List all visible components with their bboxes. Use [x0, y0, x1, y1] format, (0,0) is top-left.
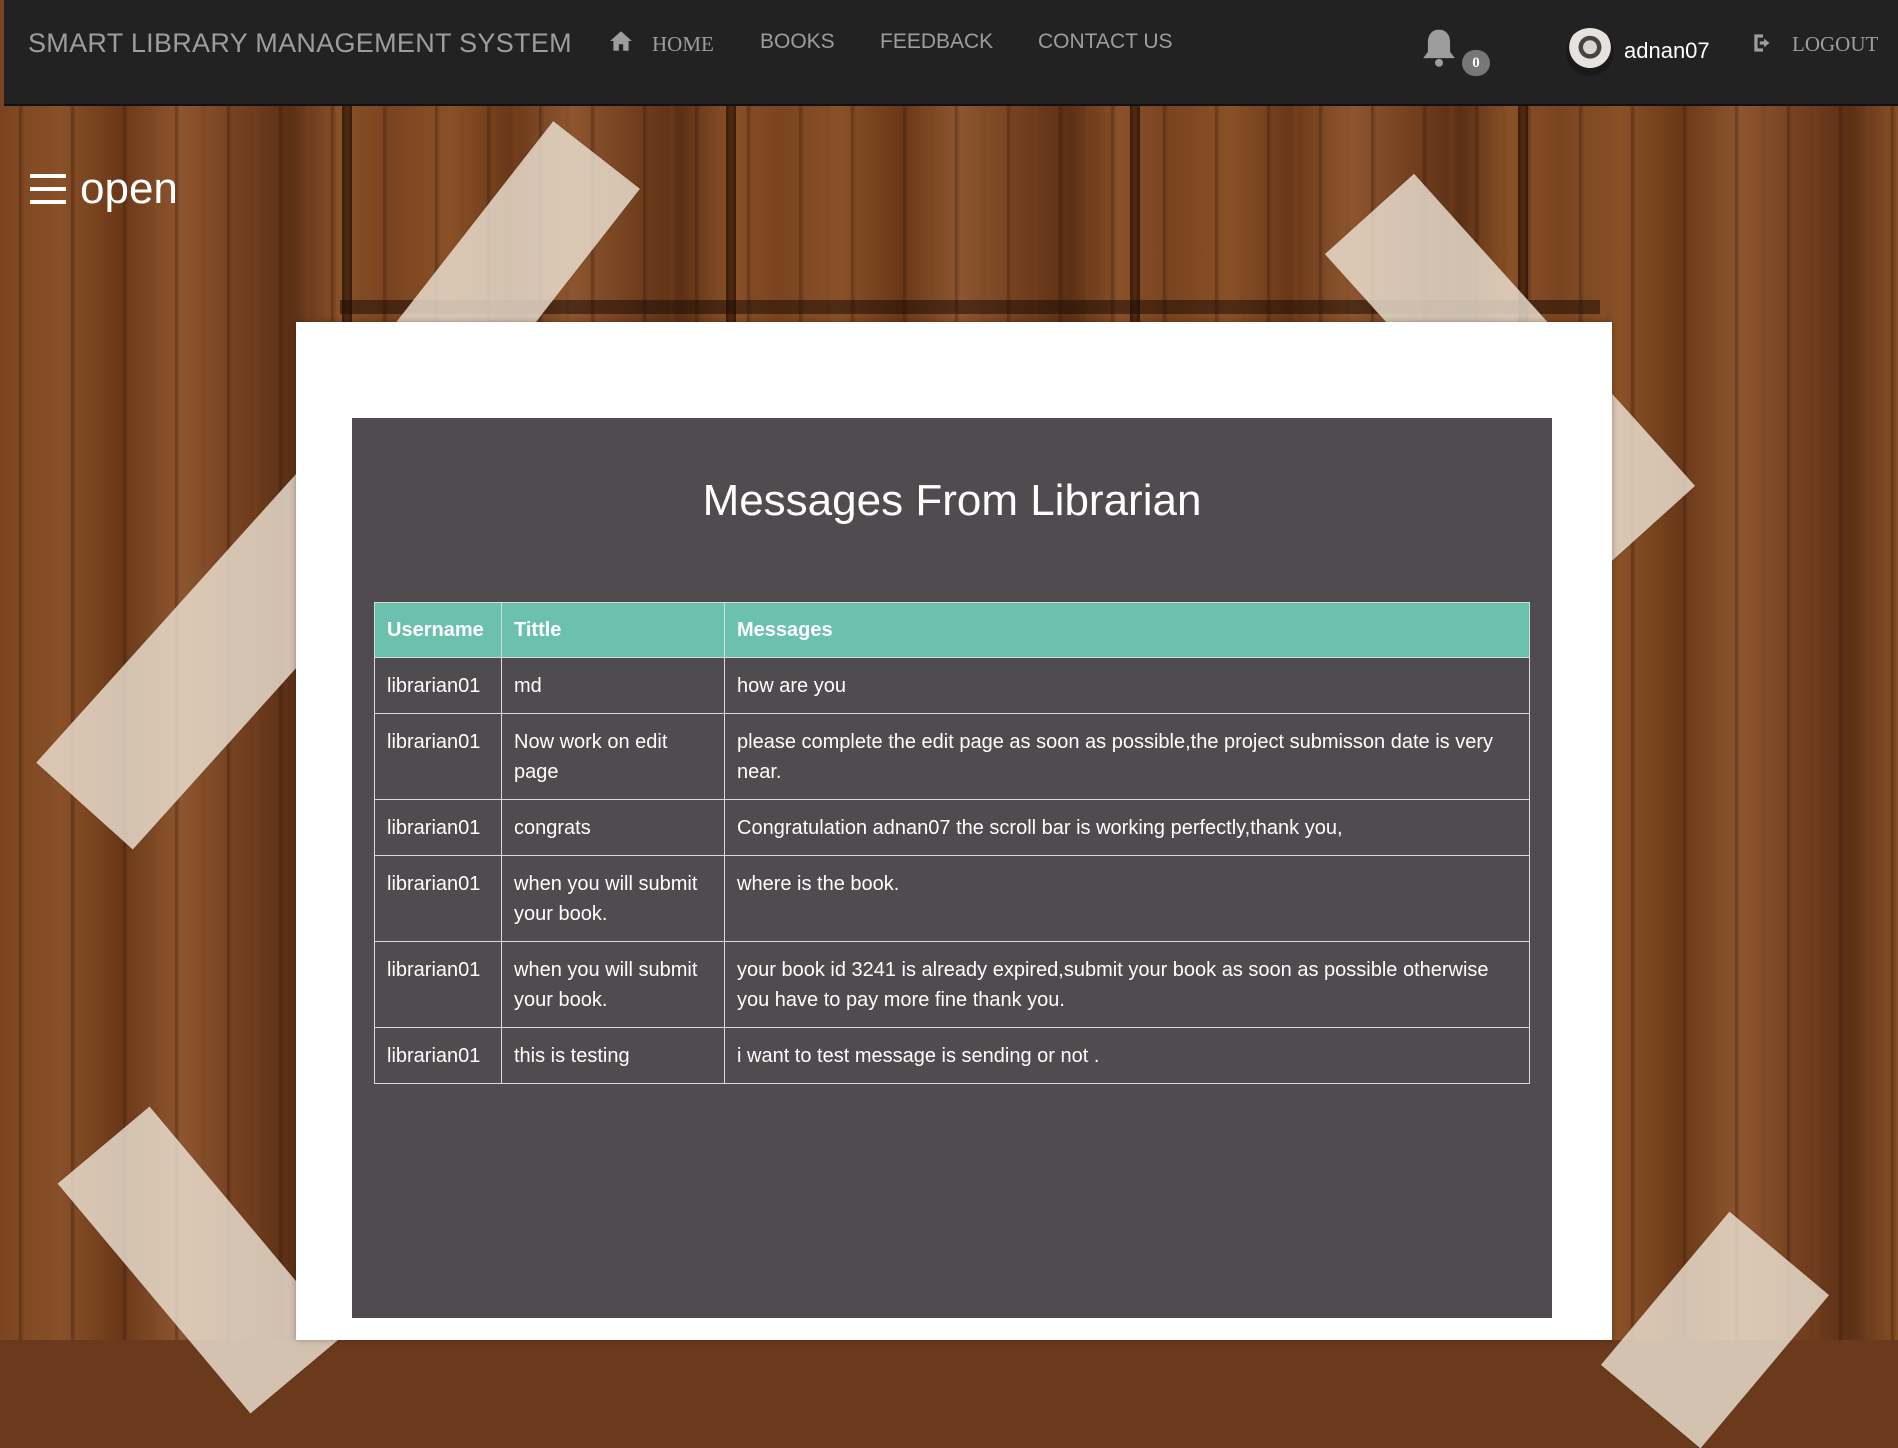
table-row: librarian01 when you will submit your bo…: [374, 941, 1530, 1028]
cell-title: when you will submit your book.: [501, 941, 725, 1028]
logout-icon[interactable]: [1750, 30, 1776, 56]
cell-title: congrats: [501, 799, 725, 856]
column-header-title: Tittle: [501, 602, 725, 658]
nav-feedback-link[interactable]: FEEDBACK: [880, 30, 993, 54]
cell-username: librarian01: [374, 1027, 502, 1084]
cell-title: this is testing: [501, 1027, 725, 1084]
messages-table: Username Tittle Messages librarian01 md …: [374, 602, 1530, 1084]
cell-title: md: [501, 657, 725, 714]
nav-books-link[interactable]: BOOKS: [760, 30, 835, 54]
cell-username: librarian01: [374, 855, 502, 942]
cell-title: when you will submit your book.: [501, 855, 725, 942]
top-navbar: SMART LIBRARY MANAGEMENT SYSTEM HOME BOO…: [4, 0, 1898, 106]
sidebar-open-button[interactable]: open: [30, 164, 178, 214]
cell-title: Now work on edit page: [501, 713, 725, 800]
messages-panel: Messages From Librarian Username Tittle …: [352, 418, 1552, 1318]
column-header-username: Username: [374, 602, 502, 658]
table-row: librarian01 congrats Congratulation adna…: [374, 799, 1530, 856]
table-row: librarian01 Now work on edit page please…: [374, 713, 1530, 800]
cell-message: where is the book.: [724, 855, 1530, 942]
cell-message: your book id 3241 is already expired,sub…: [724, 941, 1530, 1028]
brand-title[interactable]: SMART LIBRARY MANAGEMENT SYSTEM: [28, 28, 572, 59]
hamburger-icon: [30, 172, 66, 206]
table-row: librarian01 this is testing i want to te…: [374, 1027, 1530, 1084]
column-header-messages: Messages: [724, 602, 1530, 658]
cell-message: please complete the edit page as soon as…: [724, 713, 1530, 800]
table-row: librarian01 md how are you: [374, 657, 1530, 714]
cell-username: librarian01: [374, 799, 502, 856]
cell-message: i want to test message is sending or not…: [724, 1027, 1530, 1084]
table-row: librarian01 when you will submit your bo…: [374, 855, 1530, 942]
cell-username: librarian01: [374, 657, 502, 714]
cell-username: librarian01: [374, 713, 502, 800]
sidebar-open-label: open: [80, 164, 178, 213]
notification-badge: 0: [1462, 50, 1490, 76]
logout-link[interactable]: LOGOUT: [1792, 32, 1878, 57]
cell-username: librarian01: [374, 941, 502, 1028]
cell-message: Congratulation adnan07 the scroll bar is…: [724, 799, 1530, 856]
home-icon[interactable]: [608, 28, 634, 54]
bell-icon[interactable]: [1420, 26, 1458, 68]
page-title: Messages From Librarian: [702, 476, 1202, 525]
table-header-row: Username Tittle Messages: [374, 602, 1530, 658]
cell-message: how are you: [724, 657, 1530, 714]
avatar[interactable]: [1566, 28, 1614, 76]
username-label[interactable]: adnan07: [1624, 38, 1710, 64]
nav-contact-link[interactable]: CONTACT US: [1038, 30, 1173, 54]
nav-home-link[interactable]: HOME: [652, 32, 714, 57]
